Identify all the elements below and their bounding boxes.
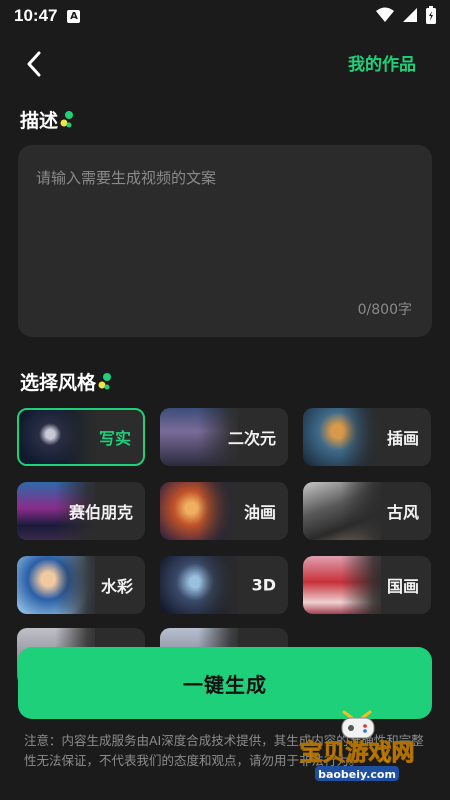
style-label: 插画 (386, 429, 419, 448)
style-card-3d[interactable]: 3D (160, 556, 288, 614)
generate-button-label: 一键生成 (183, 672, 267, 697)
watermark-url: baobeiy.com (318, 768, 396, 781)
style-label: 古风 (386, 503, 419, 522)
status-icons (376, 6, 436, 24)
description-placeholder: 请输入需要生成视频的文案 (36, 169, 217, 187)
status-bar: 10:47 A (0, 0, 450, 32)
style-label: 写实 (98, 429, 131, 448)
header: 我的作品 (0, 40, 450, 88)
style-card-oil-painting[interactable]: 油画 (160, 482, 288, 540)
my-works-link[interactable]: 我的作品 (348, 50, 416, 75)
description-title: 描述 (20, 106, 74, 133)
style-label: 二次元 (227, 429, 276, 448)
back-button[interactable] (18, 48, 50, 80)
sparkle-icon (98, 372, 112, 389)
style-title: 选择风格 (20, 368, 112, 395)
signal-icon (403, 8, 417, 22)
watermark-title: 宝贝游戏网 (300, 739, 415, 766)
style-label: 3D (251, 575, 276, 595)
style-card-watercolor[interactable]: 水彩 (17, 556, 145, 614)
style-label: 赛伯朋克 (68, 503, 133, 522)
watermark-logo: 宝贝游戏网 baobeiy.com (299, 710, 415, 781)
chevron-left-icon (27, 51, 41, 77)
character-counter: 0/800字 (357, 302, 412, 318)
wifi-icon (376, 7, 394, 22)
style-card-illustration[interactable]: 插画 (303, 408, 431, 466)
description-input[interactable]: 请输入需要生成视频的文案 0/800字 (18, 145, 432, 337)
style-card-cyberpunk[interactable]: 赛伯朋克 (17, 482, 145, 540)
sparkle-icon (60, 110, 74, 127)
status-time: 10:47 (14, 6, 58, 25)
style-card-chinese-painting[interactable]: 国画 (303, 556, 431, 614)
style-label: 国画 (386, 577, 419, 596)
notification-icon: A (67, 9, 81, 23)
battery-icon (426, 6, 436, 24)
description-title-text: 描述 (20, 110, 59, 132)
style-card-realistic[interactable]: 写实 (17, 408, 145, 466)
style-card-ancient[interactable]: 古风 (303, 482, 431, 540)
style-title-text: 选择风格 (20, 372, 97, 394)
style-label: 油画 (243, 503, 276, 522)
style-label: 水彩 (100, 577, 133, 596)
style-card-anime[interactable]: 二次元 (160, 408, 288, 466)
